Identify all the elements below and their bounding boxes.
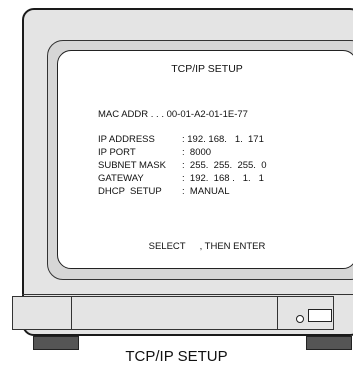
setting-row-subnet-mask[interactable]: SUBNET MASK : 255. 255. 255. 0 [98, 159, 267, 172]
setting-label: IP ADDRESS [98, 134, 155, 145]
setting-row-gateway[interactable]: GATEWAY : 192. 168 . 1. 1 [98, 172, 267, 185]
hint-enter-text: , THEN ENTER [199, 241, 266, 252]
front-panel-divider [71, 297, 72, 329]
monitor-illustration: TCP/IP SETUP MAC ADDR . . . 00-01-A2-01-… [22, 8, 353, 336]
monitor-bezel: TCP/IP SETUP MAC ADDR . . . 00-01-A2-01-… [47, 40, 353, 280]
monitor-front-panel [12, 296, 334, 330]
setting-value: : 8000 [182, 147, 212, 158]
osd-title: TCP/IP SETUP [171, 63, 243, 75]
power-button[interactable] [308, 309, 332, 322]
osd-hint: SELECT , THEN ENTER [58, 240, 353, 253]
setting-value: : 255. 255. 255. 0 [182, 160, 267, 171]
network-settings-list: IP ADDRESS : 192. 168. 1. 171 IP PORT : … [98, 133, 267, 198]
monitor-base-divider [22, 294, 353, 295]
setting-label: SUBNET MASK [98, 160, 166, 171]
setting-label: IP PORT [98, 147, 136, 158]
setting-value: : MANUAL [182, 186, 230, 197]
power-led-icon [296, 315, 304, 323]
setting-value: : 192. 168 . 1. 1 [182, 173, 264, 184]
osd-screen: TCP/IP SETUP MAC ADDR . . . 00-01-A2-01-… [57, 50, 353, 269]
setting-row-dhcp-setup[interactable]: DHCP SETUP : MANUAL [98, 185, 267, 198]
setting-row-ip-address[interactable]: IP ADDRESS : 192. 168. 1. 171 [98, 133, 267, 146]
mac-address-line: MAC ADDR . . . 00-01-A2-01-1E-77 [98, 109, 248, 120]
setting-label: DHCP SETUP [98, 186, 162, 197]
setting-row-ip-port[interactable]: IP PORT : 8000 [98, 146, 267, 159]
hint-select-text: SELECT [148, 241, 186, 252]
front-panel-divider [277, 297, 278, 329]
setting-label: GATEWAY [98, 173, 144, 184]
figure-caption: TCP/IP SETUP [125, 348, 228, 365]
setting-value: : 192. 168. 1. 171 [182, 134, 264, 145]
